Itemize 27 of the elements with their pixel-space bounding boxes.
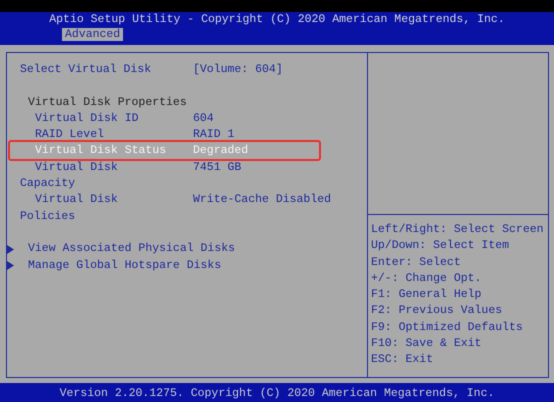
setting-value[interactable]: [Volume: 604] [193, 62, 367, 78]
setting-label: RAID Level [34, 127, 106, 144]
help-text: F10: Save & Exit [371, 336, 482, 352]
help-text: F1: General Help [371, 287, 482, 304]
setting-label: Virtual Disk Policies [20, 192, 119, 225]
setting-value: 604 [193, 110, 215, 127]
help-text: Up/Down: Select Item [371, 238, 510, 254]
setting-value: 7451 GB [193, 160, 242, 176]
tab[interactable]: Advanced [62, 28, 124, 41]
help-text: ESC: Exit [371, 352, 434, 368]
setting-label: Virtual Disk Capacity [20, 160, 119, 192]
help-text: Left/Right: Select Screen [371, 222, 545, 238]
setting-label: Virtual Disk ID [34, 110, 140, 127]
help-text: +/-: Change Opt. [371, 270, 482, 287]
setting-value: Degraded [193, 143, 250, 160]
help-text: F9: Optimized Defaults [371, 320, 524, 336]
setting-label: Virtual Disk Status [34, 143, 168, 160]
setting-value: Write-Cache Disabled [193, 192, 332, 208]
help-text: F2: Previous Values [371, 303, 504, 320]
setting-value: RAID 1 [193, 127, 236, 144]
submenu-link[interactable]: View Associated Physical Disks [28, 241, 236, 258]
section-heading: Virtual Disk Properties [27, 94, 188, 111]
submenu-link[interactable]: Manage Global Hotspare Disks [28, 258, 222, 274]
window-title: Aptio Setup Utility - Copyright (C) 2020 American Megatrends, Inc. [49, 12, 505, 28]
footer-text: Version 2.20.1275. Copyright (C) 2020 American Megatrends, Inc. [0, 383, 554, 402]
setting-label[interactable]: Select Virtual Disk [20, 62, 170, 78]
help-text: Enter: Select [371, 254, 462, 271]
